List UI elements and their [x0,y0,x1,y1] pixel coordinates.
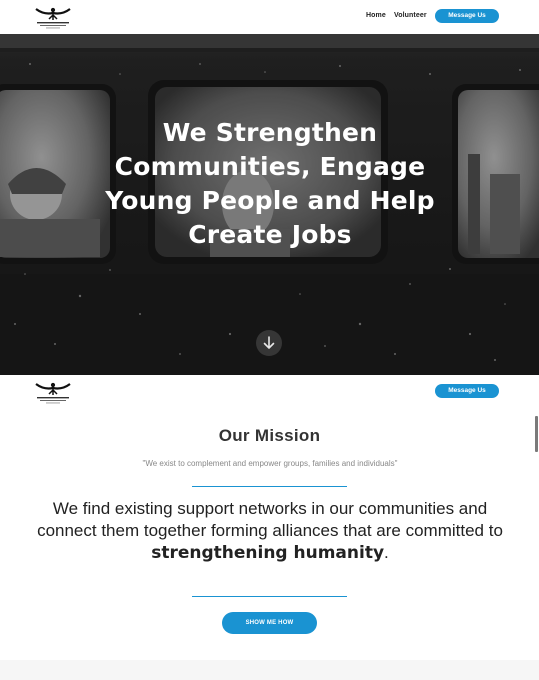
mission-statement-end: . [384,543,389,562]
hero-section: We Strengthen Communities, Engage Young … [0,34,539,375]
hero-heading: We Strengthen Communities, Engage Young … [105,118,435,249]
mission-emphasis: strengthening humanity [151,543,385,563]
nav-volunteer-link[interactable]: Volunteer [394,12,427,19]
message-us-button[interactable]: Message Us [435,384,499,398]
message-us-button[interactable]: Message Us [435,9,499,23]
arrow-down-icon [263,336,275,349]
scroll-down-button[interactable] [256,330,282,356]
nav-home-link[interactable]: Home [366,12,386,19]
show-me-how-button[interactable]: SHOW ME HOW [222,612,317,634]
top-navbar: Home Volunteer Message Us [0,0,539,34]
mission-title: Our Mission [218,426,321,445]
logo[interactable] [32,379,74,405]
sticky-navbar: Message Us [0,375,539,409]
next-section-edge [0,660,539,680]
mission-statement: We find existing support networks in our… [30,498,510,564]
divider [192,486,347,487]
divider [192,596,347,597]
mission-quote: "We exist to complement and empower grou… [142,459,398,468]
logo[interactable] [32,4,74,30]
scrollbar-thumb[interactable] [535,416,538,452]
mission-statement-text: We find existing support networks in our… [37,499,503,540]
